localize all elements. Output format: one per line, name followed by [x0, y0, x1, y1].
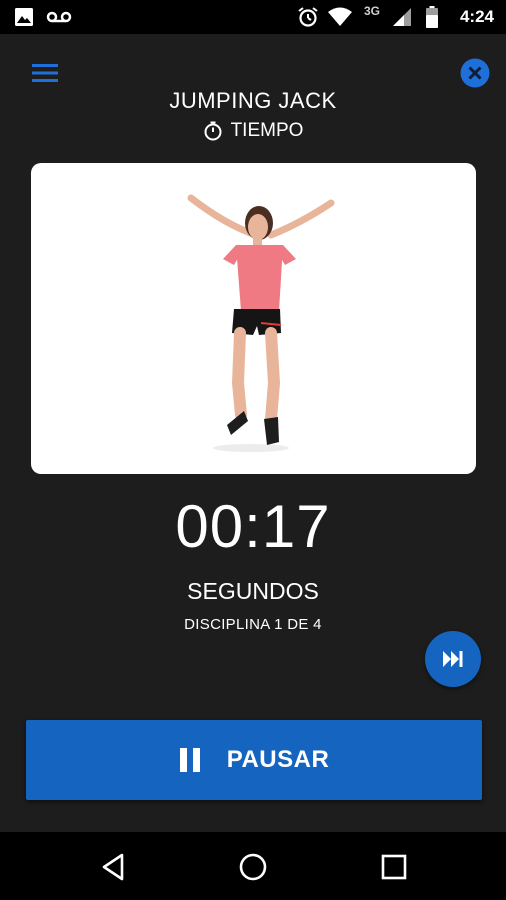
wifi-icon — [327, 0, 353, 34]
mode-label: TIEMPO — [230, 120, 304, 141]
menu-icon[interactable] — [30, 61, 60, 85]
skip-next-icon — [442, 650, 464, 668]
recents-icon[interactable] — [377, 850, 411, 884]
timer-icon — [203, 121, 223, 141]
image-icon — [14, 0, 34, 34]
navigation-bar — [0, 832, 506, 900]
pause-button[interactable]: PAUSAR — [26, 720, 482, 800]
network-type: 3G — [364, 4, 381, 18]
clock: 4:24 — [459, 7, 494, 26]
voicemail-icon — [46, 0, 72, 34]
home-icon[interactable] — [236, 850, 270, 884]
cellular-signal-icon — [392, 0, 412, 34]
exercise-image — [31, 163, 476, 474]
timer-unit: SEGUNDOS — [187, 578, 319, 604]
skip-button[interactable] — [425, 631, 481, 687]
discipline-progress: DISCIPLINA 1 DE 4 — [184, 616, 322, 633]
mode-indicator: TIEMPO — [0, 120, 506, 142]
back-icon[interactable] — [96, 850, 130, 884]
timer-display: 00:17 — [175, 493, 331, 560]
pause-label: PAUSAR — [226, 746, 330, 773]
alarm-icon — [297, 0, 319, 34]
close-icon[interactable] — [460, 58, 490, 88]
exercise-title: JUMPING JACK — [169, 88, 337, 113]
pause-icon — [179, 747, 201, 773]
status-bar: 3G 4:24 — [0, 0, 506, 34]
battery-icon — [426, 0, 438, 34]
